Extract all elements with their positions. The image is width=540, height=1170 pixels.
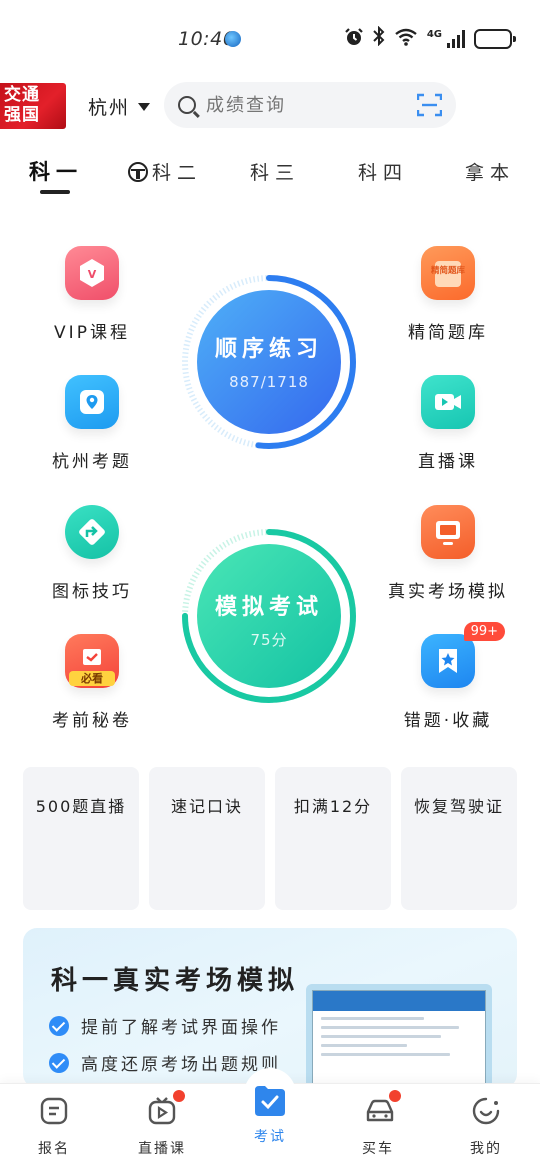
network-type: 4G (426, 28, 442, 40)
location-icon (65, 375, 119, 429)
scan-icon[interactable] (416, 93, 443, 117)
banner-point: 提前了解考试界面操作 (49, 1013, 281, 1038)
sequential-practice-button[interactable]: 顺序练习 887/1718 (180, 273, 358, 451)
logo-line-2: 强国 (4, 105, 40, 125)
nav-label: 我的 (470, 1141, 502, 1157)
search-bar[interactable] (164, 82, 456, 128)
mock-exam-button[interactable]: 模拟考试 75分 (180, 527, 358, 705)
feature-label: 直播课 (418, 452, 478, 472)
practice-title: 顺序练习 (214, 337, 323, 362)
subject-tabs: 科一 科二 科三 科四 拿本 (0, 150, 540, 200)
caret-down-icon (138, 102, 151, 111)
practice-progress: 887/1718 (229, 373, 309, 391)
notification-dot (173, 1090, 185, 1102)
tab-label: 科一 (29, 160, 83, 184)
live-tv-icon (147, 1090, 185, 1126)
question-bank-icon: 精简题库 (421, 246, 475, 300)
car-icon (363, 1090, 401, 1126)
nav-label: 买车 (362, 1141, 394, 1157)
svg-text:精简题库: 精简题库 (431, 265, 466, 276)
nav-live-course[interactable]: 直播课 (112, 1090, 212, 1158)
banner-point-text: 提前了解考试界面操作 (81, 1018, 281, 1038)
quick-card-mnemonics[interactable]: 速记口诀 (149, 767, 265, 910)
feature-label: 图标技巧 (52, 582, 132, 602)
city-label: 杭州 (88, 97, 131, 119)
feature-label: VIP课程 (54, 323, 130, 343)
active-tab-indicator (40, 190, 70, 194)
feature-label: 考前秘卷 (52, 711, 132, 731)
tab-label: 科三 (250, 162, 301, 184)
monitor-icon (421, 505, 475, 559)
steering-wheel-icon (128, 161, 148, 182)
nav-label: 直播课 (138, 1141, 186, 1157)
signal-icon (447, 29, 465, 48)
feature-local-questions[interactable]: 杭州考题 (22, 375, 162, 472)
check-circle-icon (49, 1052, 69, 1073)
svg-text:V: V (88, 268, 97, 281)
wifi-icon (394, 28, 418, 50)
tab-na-ben[interactable]: 拿本 (465, 158, 515, 185)
star-bookmark-icon: 99+ (421, 622, 505, 688)
must-see-tag: 必看 (69, 671, 115, 686)
globe-icon (225, 31, 241, 47)
notification-dot (389, 1090, 401, 1102)
feature-question-bank[interactable]: 精简题库 精简题库 (378, 246, 518, 343)
feature-sign-tips[interactable]: 图标技巧 (22, 505, 162, 602)
turn-arrow-icon (65, 505, 119, 559)
quick-card-500-live[interactable]: 500题直播 (23, 767, 139, 910)
tab-ke-yi[interactable]: 科一 (29, 156, 83, 186)
tab-ke-er[interactable]: 科二 (128, 158, 202, 185)
smile-icon (471, 1096, 501, 1126)
count-badge: 99+ (463, 622, 505, 641)
bluetooth-icon (373, 25, 385, 51)
logo: 交通 强国 (0, 83, 66, 129)
nav-buy-car[interactable]: 买车 (328, 1090, 428, 1158)
search-input[interactable] (206, 94, 406, 116)
feature-secret-paper[interactable]: 必看 考前秘卷 (22, 634, 162, 731)
feature-label: 精简题库 (408, 323, 488, 343)
quick-card-restore-license[interactable]: 恢复驾驶证 (401, 767, 517, 910)
tab-label: 科二 (152, 162, 203, 184)
tab-label: 科四 (358, 162, 409, 184)
logo-line-1: 交通 (4, 85, 40, 105)
exam-check-icon (251, 1082, 289, 1120)
battery-icon (474, 28, 516, 49)
mock-title: 模拟考试 (214, 595, 323, 620)
feature-label: 真实考场模拟 (388, 582, 508, 602)
exam-screen-illustration (306, 984, 492, 1088)
video-camera-icon (421, 375, 475, 429)
vip-icon: V (65, 246, 119, 300)
banner-point-text: 高度还原考场出题规则 (81, 1055, 281, 1075)
nav-label: 考试 (254, 1129, 286, 1145)
tab-ke-si[interactable]: 科四 (358, 158, 408, 185)
feature-label: 错题·收藏 (403, 711, 493, 731)
exam-paper-icon: 必看 (65, 634, 119, 688)
feature-live-course[interactable]: 直播课 (378, 375, 518, 472)
bottom-nav: 报名 直播课 考试 买车 我的 (0, 1068, 540, 1170)
quick-card-12-points[interactable]: 扣满12分 (275, 767, 391, 910)
nav-exam[interactable]: 考试 (220, 1086, 320, 1146)
search-icon (178, 96, 196, 114)
city-selector[interactable]: 杭州 (88, 93, 151, 120)
exam-sim-banner[interactable]: 科一真实考场模拟 提前了解考试界面操作 高度还原考场出题规则 (23, 928, 517, 1088)
register-icon (39, 1096, 69, 1126)
check-circle-icon (49, 1015, 69, 1036)
mock-score: 75分 (250, 631, 288, 649)
tab-label: 拿本 (465, 162, 516, 184)
status-bar: 10:46 4G (0, 0, 540, 70)
alarm-icon (344, 27, 364, 51)
feature-real-exam-sim[interactable]: 真实考场模拟 (378, 505, 518, 602)
nav-mine[interactable]: 我的 (436, 1096, 536, 1158)
feature-label: 杭州考题 (52, 452, 132, 472)
banner-point: 高度还原考场出题规则 (49, 1050, 281, 1075)
banner-title: 科一真实考场模拟 (51, 966, 300, 996)
feature-vip-course[interactable]: V VIP课程 (22, 246, 162, 343)
nav-register[interactable]: 报名 (4, 1096, 104, 1158)
status-icons: 4G (344, 25, 516, 51)
nav-label: 报名 (38, 1141, 70, 1157)
feature-wrong-favorites[interactable]: 99+ 错题·收藏 (378, 622, 518, 731)
tab-ke-san[interactable]: 科三 (250, 158, 300, 185)
